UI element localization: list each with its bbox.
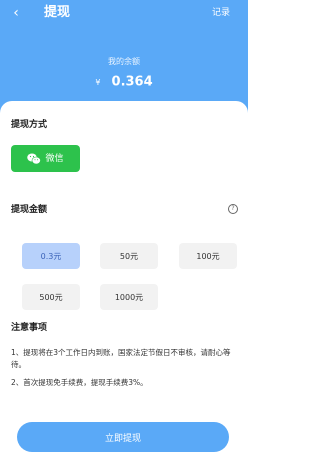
wechat-method-button[interactable]: 微信: [11, 145, 80, 172]
wechat-label: 微信: [45, 153, 64, 164]
amount-option-500[interactable]: 500元: [22, 284, 80, 310]
balance-label: 我的余额: [108, 57, 140, 66]
note-item-1: 1、提现将在3个工作日内到账，国家法定节假日不审核，请耐心等待。: [11, 348, 231, 369]
balance-amount: 0.364: [111, 74, 153, 90]
records-link[interactable]: 记录: [212, 7, 230, 19]
amount-option-50[interactable]: 50元: [100, 243, 158, 269]
amount-option-0-3[interactable]: 0.3元: [22, 243, 80, 269]
currency-symbol: ¥: [95, 77, 101, 87]
submit-withdraw-button[interactable]: 立即提现: [17, 422, 229, 452]
help-icon[interactable]: ?: [228, 204, 238, 214]
amount-section-title: 提现金额: [11, 205, 48, 215]
amount-option-100[interactable]: 100元: [179, 243, 237, 269]
notes-title: 注意事项: [11, 323, 48, 333]
note-item-2: 2、首次提现免手续费，提现手续费3%。: [11, 378, 148, 387]
back-arrow-icon[interactable]: ‹: [9, 5, 23, 21]
amount-option-1000[interactable]: 1000元: [100, 284, 158, 310]
balance-row: ¥ 0.364: [0, 72, 248, 93]
method-section-title: 提现方式: [11, 120, 48, 130]
wechat-icon: [27, 153, 42, 164]
page-title: 提现: [44, 5, 71, 20]
